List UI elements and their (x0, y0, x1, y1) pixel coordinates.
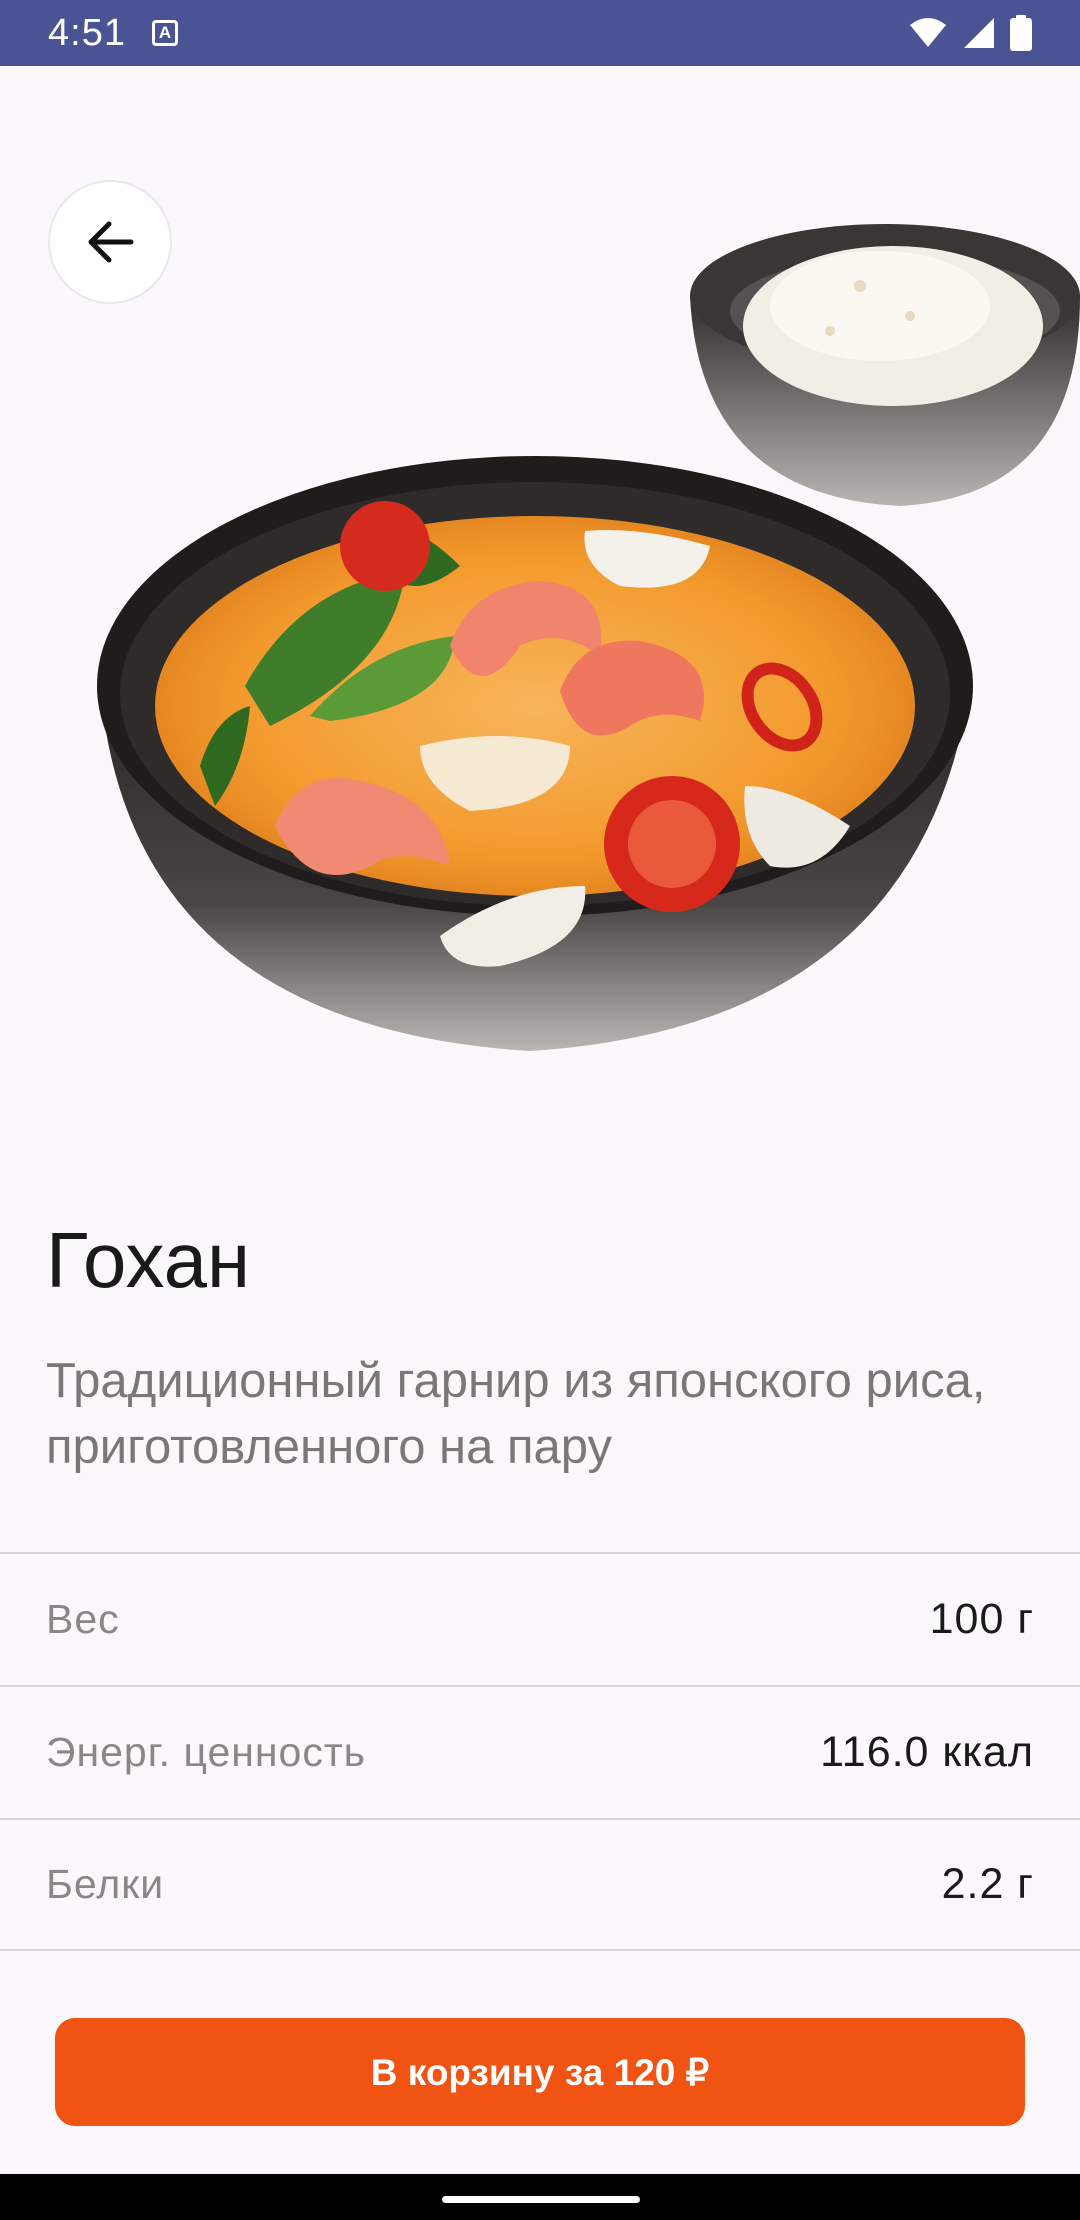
property-value: 2.2 г (941, 1860, 1034, 1908)
battery-icon (1010, 15, 1032, 51)
property-label: Вес (46, 1596, 120, 1642)
signal-icon (964, 18, 994, 48)
property-value: 116.0 ккал (820, 1728, 1034, 1776)
a-box-icon: A (151, 20, 178, 46)
product-description: Традиционный гарнир из японского риса, п… (46, 1354, 986, 1474)
property-row-energy: Энерг. ценность 116.0 ккал (0, 1685, 1080, 1818)
property-label: Энерг. ценность (46, 1729, 366, 1775)
home-indicator[interactable] (442, 2196, 640, 2203)
arrow-left-icon (88, 221, 134, 263)
product-properties: Вес 100 г Энерг. ценность 116.0 ккал Бел… (0, 1552, 1080, 1951)
status-time: 4:51 (48, 11, 126, 54)
property-value: 100 г (929, 1595, 1034, 1643)
status-icons (908, 15, 1032, 51)
property-row-protein: Белки 2.2 г (0, 1818, 1080, 1951)
product-image-area (0, 66, 1080, 1156)
add-to-cart-button[interactable]: В корзину за 120 ₽ (55, 2018, 1025, 2126)
back-button[interactable] (48, 180, 172, 304)
wifi-icon (910, 18, 946, 47)
property-row-weight: Вес 100 г (0, 1552, 1080, 1685)
product-title: Гохан (46, 1216, 251, 1304)
status-bar: 4:51 A (0, 0, 1080, 66)
property-label: Белки (46, 1861, 165, 1907)
